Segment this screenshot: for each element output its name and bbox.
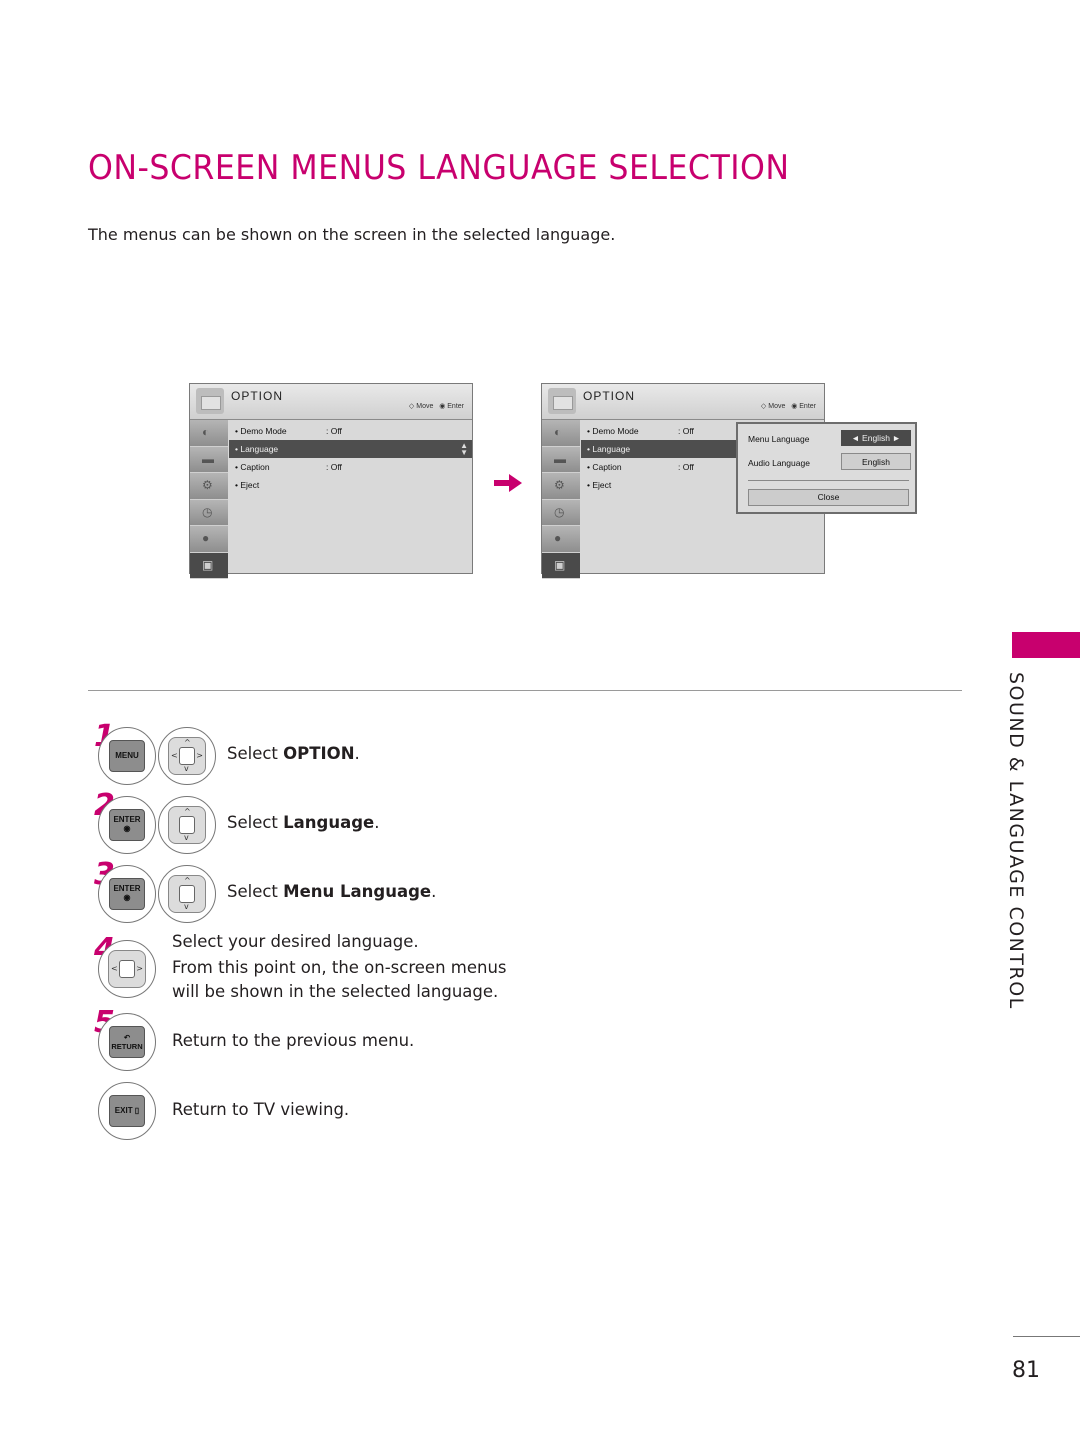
menu-item-demo-mode[interactable]: • Demo Mode: Off	[229, 422, 472, 440]
page-number: 81	[1012, 1358, 1040, 1383]
step-4-line-1: Select your desired language.	[172, 932, 419, 951]
step-2-text: Select Language.	[227, 813, 380, 832]
menu-list: • Demo Mode: Off • Language ▲ ▼ • Caption:…	[229, 422, 472, 494]
option-icon	[196, 388, 224, 414]
clock-icon[interactable]: ◷	[190, 499, 228, 526]
gear-icon[interactable]: ⚙	[190, 473, 228, 500]
updown-icon: ▲ ▼	[460, 441, 468, 457]
arrow-right-icon	[494, 474, 522, 492]
divider	[748, 480, 909, 481]
menu-header: OPTION ◇ Move ◉ Enter	[190, 384, 472, 420]
menu-sidebar: ◐ ▬ ⚙ ◷ ● ▣	[542, 420, 580, 579]
tv-icon[interactable]: ▬	[190, 446, 228, 473]
return-icon: ↶	[123, 1033, 131, 1042]
menu-language-label: Menu Language	[748, 434, 810, 444]
step-exit-text: Return to TV viewing.	[172, 1100, 350, 1119]
step-5-text: Return to the previous menu.	[172, 1031, 415, 1050]
enter-icon: ◉	[791, 403, 798, 410]
nav-pad-updown-icon: ^ v	[158, 865, 216, 923]
step-4-line-3: will be shown in the selected language.	[172, 982, 499, 1001]
menu-button: MENU	[98, 727, 156, 785]
menu-header: OPTION ◇ Move ◉ Enter	[542, 384, 824, 420]
option-icon[interactable]: ▣	[190, 552, 228, 579]
picture-icon[interactable]: ◐	[542, 420, 580, 447]
menu-hint: ◇ Move ◉ Enter	[760, 403, 816, 410]
enter-icon: ◉	[439, 403, 446, 410]
menu-language-selector[interactable]: ◄ English ►	[841, 430, 911, 446]
step-3-text: Select Menu Language.	[227, 882, 437, 901]
nav-pad-leftright-icon: < >	[98, 940, 156, 998]
option-icon	[548, 388, 576, 414]
exit-button: EXIT ▯	[98, 1082, 156, 1140]
menu-item-caption[interactable]: • Caption: Off	[229, 458, 472, 476]
nav-pad-updown-icon: ^ v	[158, 796, 216, 854]
tv-icon[interactable]: ▬	[542, 446, 580, 473]
section-divider	[88, 690, 962, 691]
nav-pad-icon: ^ < > v	[158, 727, 216, 785]
audio-language-label: Audio Language	[748, 458, 810, 468]
section-tab-marker	[1012, 632, 1080, 658]
menu-hint: ◇ Move ◉ Enter	[408, 403, 464, 410]
page-number-rule	[1013, 1336, 1080, 1337]
option-icon[interactable]: ▣	[542, 552, 580, 579]
intro-text: The menus can be shown on the screen in …	[88, 225, 616, 244]
menu-title: OPTION	[583, 389, 636, 403]
close-button[interactable]: Close	[748, 489, 909, 506]
page-title: ON-SCREEN MENUS LANGUAGE SELECTION	[88, 148, 790, 188]
lock-icon[interactable]: ●	[190, 526, 228, 553]
lock-icon[interactable]: ●	[542, 526, 580, 553]
picture-icon[interactable]: ◐	[190, 420, 228, 447]
move-icon: ◇	[760, 403, 767, 410]
menu-item-language[interactable]: • Language ▲ ▼	[229, 440, 472, 458]
menu-title: OPTION	[231, 389, 284, 403]
menu-sidebar: ◐ ▬ ⚙ ◷ ● ▣	[190, 420, 228, 579]
language-popup: Menu Language ◄ English ► Audio Language…	[736, 422, 917, 514]
step-1-text: Select OPTION.	[227, 744, 360, 763]
audio-language-selector[interactable]: English	[841, 453, 911, 470]
move-icon: ◇	[408, 403, 415, 410]
clock-icon[interactable]: ◷	[542, 499, 580, 526]
enter-button: ENTER ◉	[98, 865, 156, 923]
section-label: SOUND & LANGUAGE CONTROL	[1005, 672, 1027, 1010]
enter-button: ENTER ◉	[98, 796, 156, 854]
step-4-line-2: From this point on, the on-screen menus	[172, 958, 507, 977]
gear-icon[interactable]: ⚙	[542, 473, 580, 500]
return-button: ↶ RETURN	[98, 1013, 156, 1071]
option-menu-screen-1: OPTION ◇ Move ◉ Enter ◐ ▬ ⚙ ◷ ● ▣ • Demo…	[189, 383, 473, 579]
menu-item-eject[interactable]: • Eject	[229, 476, 472, 494]
